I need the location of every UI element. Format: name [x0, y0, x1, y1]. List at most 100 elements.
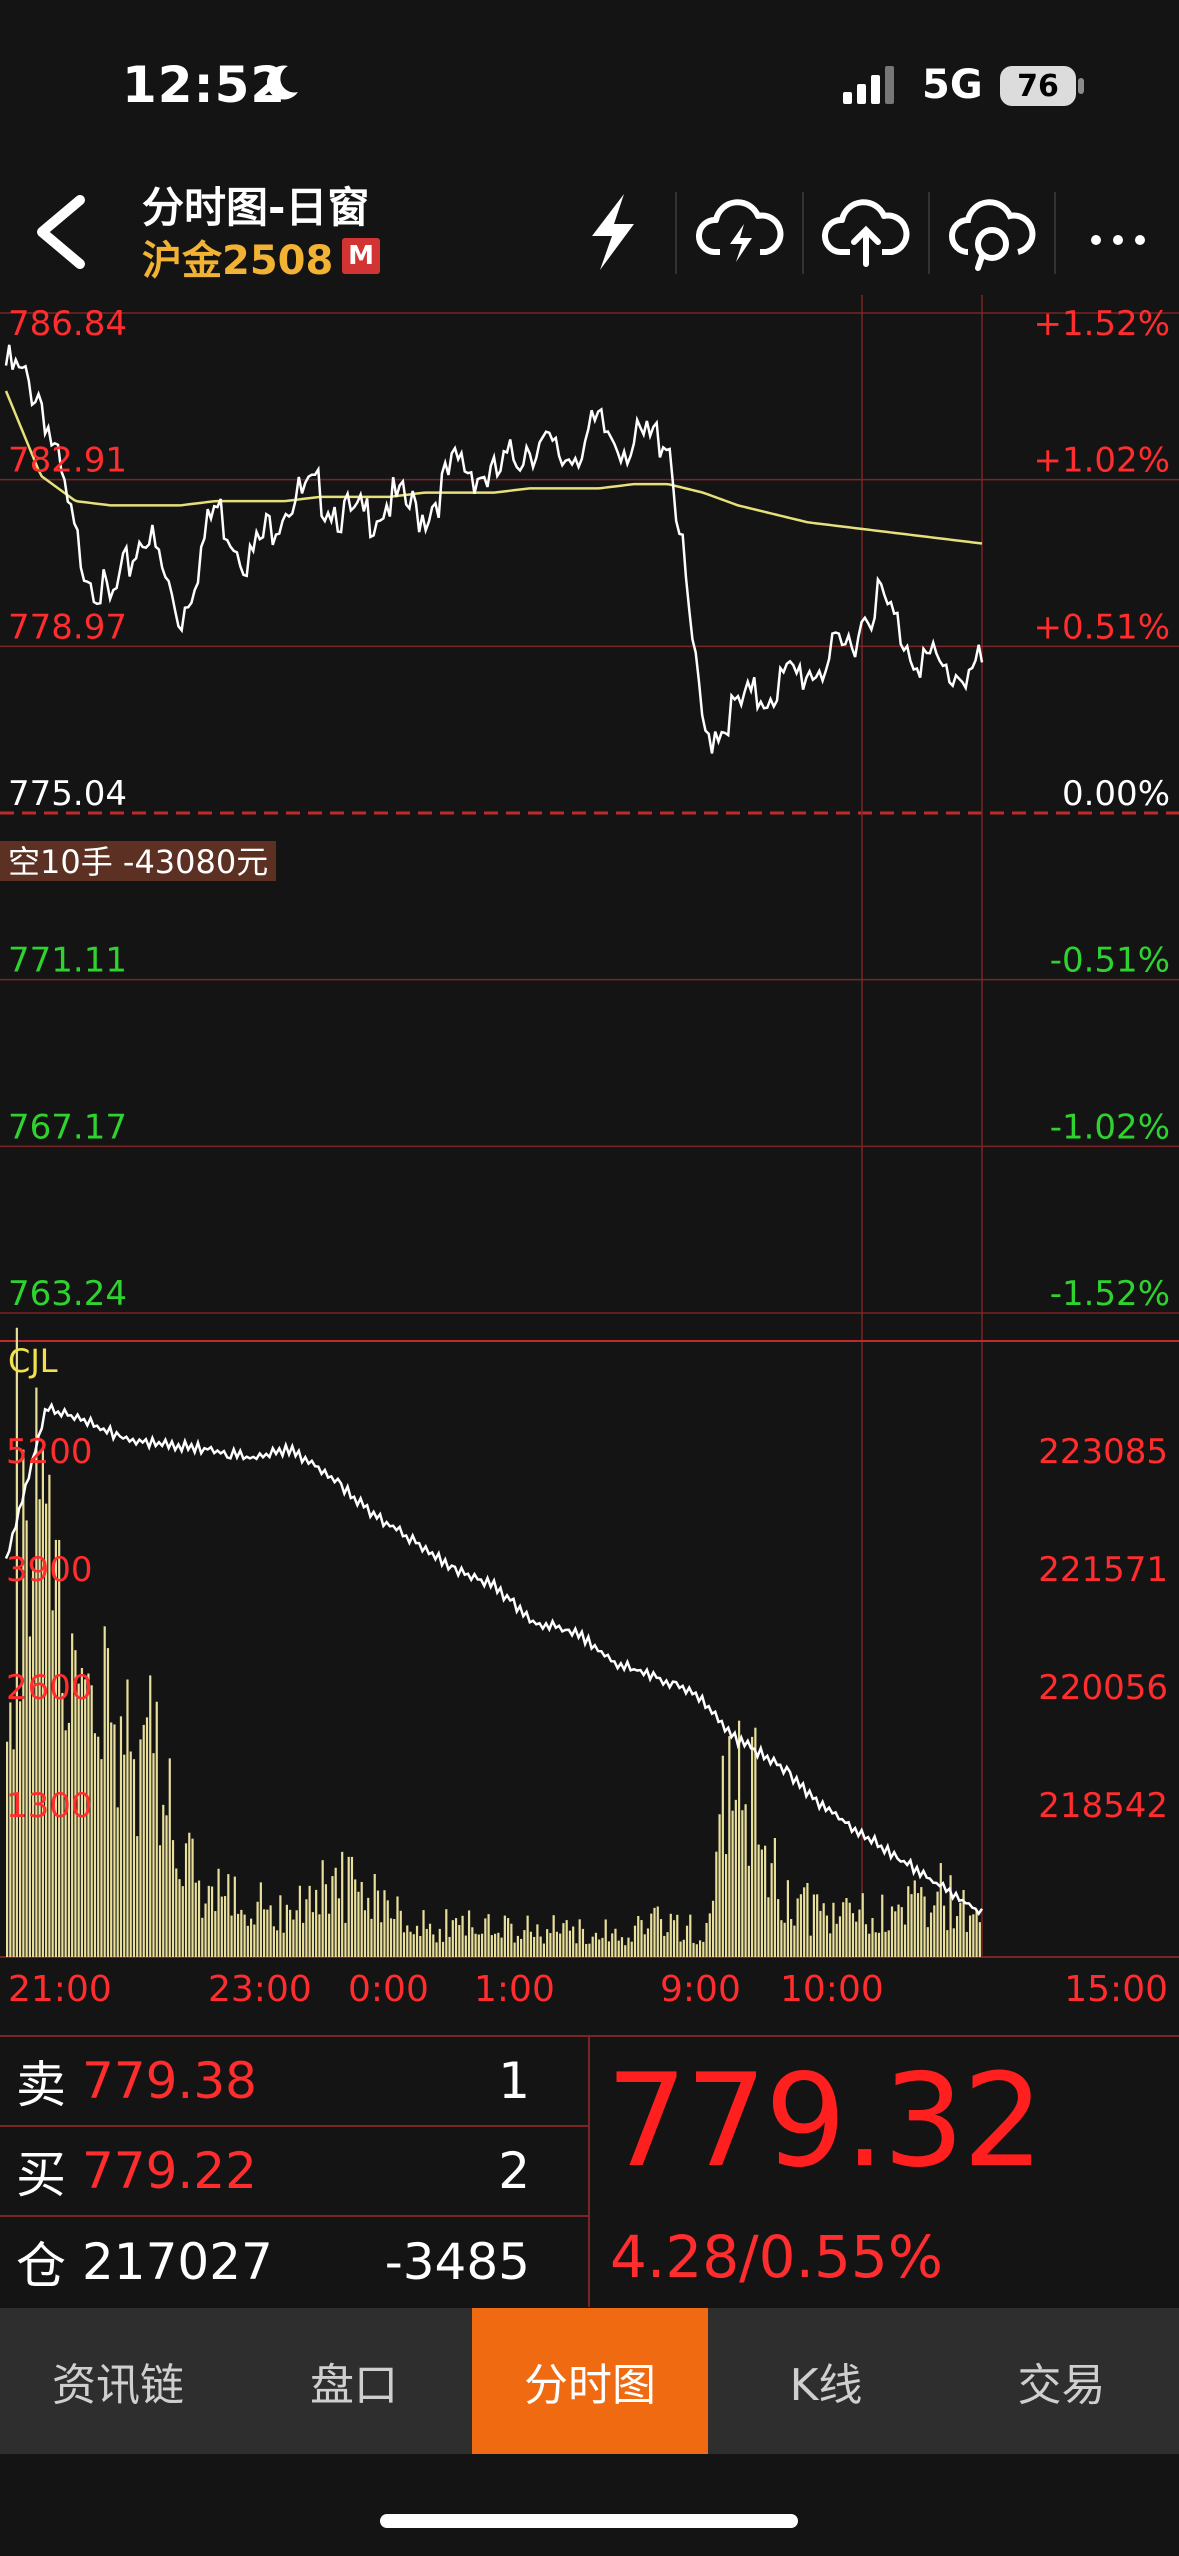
volume-bar	[825, 1915, 829, 1957]
bottom-tab-bar: 资讯链 盘口 分时图 K线 交易	[0, 2308, 1179, 2454]
cloud-sync-icon[interactable]	[942, 186, 1042, 276]
volume-bar	[298, 1885, 301, 1957]
volume-bar	[715, 1851, 718, 1957]
volume-bar	[240, 1909, 243, 1957]
volume-bar	[689, 1914, 692, 1957]
volume-bar	[562, 1923, 565, 1957]
volume-bar	[155, 1701, 158, 1957]
volume-bar	[318, 1914, 321, 1957]
volume-bar	[19, 1701, 22, 1957]
volume-bar	[266, 1909, 269, 1957]
back-arrow-icon[interactable]	[30, 194, 94, 270]
volume-bar	[520, 1938, 523, 1957]
volume-axis-label: 5200	[6, 1432, 93, 1472]
volume-bar	[796, 1898, 799, 1957]
volume-bar	[214, 1911, 217, 1957]
tab-order-book[interactable]: 盘口	[236, 2308, 472, 2454]
volume-bar	[604, 1919, 607, 1957]
volume-bar	[598, 1939, 601, 1957]
volume-bar	[920, 1887, 923, 1957]
tab-trade[interactable]: 交易	[944, 2308, 1179, 2454]
volume-bar	[887, 1930, 890, 1957]
tab-news-chain[interactable]: 资讯链	[0, 2308, 236, 2454]
price-axis-label: 775.04	[8, 774, 127, 814]
volume-bar	[497, 1932, 500, 1957]
volume-bar	[344, 1922, 347, 1957]
volume-bar	[152, 1753, 155, 1957]
volume-bar	[409, 1931, 412, 1957]
volume-bar	[93, 1733, 97, 1957]
volume-bar	[58, 1540, 61, 1957]
time-axis-label: 9:00	[660, 1969, 741, 2010]
sell-row[interactable]: 卖 779.38 1	[0, 2037, 588, 2127]
more-icon[interactable]	[1068, 186, 1168, 276]
volume-bar	[679, 1941, 682, 1957]
volume-bar	[220, 1896, 223, 1957]
volume-bar	[15, 1327, 18, 1957]
volume-bar	[217, 1868, 220, 1957]
volume-bar	[500, 1937, 503, 1957]
volume-bar	[188, 1832, 191, 1957]
volume-bar	[728, 1736, 731, 1957]
intraday-chart[interactable]: 786.84 +1.52% 782.91 +1.02% 778.97 +0.51% 775.…	[0, 295, 1179, 2035]
volume-bar	[546, 1929, 549, 1957]
volume-bar	[738, 1720, 741, 1957]
volume-bar	[432, 1934, 435, 1957]
volume-bar	[868, 1933, 871, 1957]
pct-axis-label: -0.51%	[1050, 941, 1170, 981]
volume-bar	[337, 1898, 341, 1957]
volume-bar	[311, 1912, 315, 1957]
tab-kline[interactable]: K线	[708, 2308, 944, 2454]
volume-bar	[968, 1915, 972, 1957]
volume-axis-label: 2600	[6, 1668, 93, 1708]
volume-bar	[474, 1933, 477, 1957]
buy-row[interactable]: 买 779.22 2	[0, 2127, 588, 2217]
volume-bar	[864, 1924, 868, 1957]
volume-bar	[315, 1889, 318, 1957]
cloud-lightning-icon[interactable]	[690, 186, 790, 276]
oi-axis-label: 220056	[1038, 1668, 1168, 1708]
volume-bar	[676, 1914, 679, 1957]
volume-bar	[272, 1926, 275, 1957]
lightning-icon[interactable]	[562, 186, 662, 276]
volume-bar	[279, 1895, 282, 1957]
volume-bar	[536, 1924, 539, 1957]
volume-bar	[881, 1894, 884, 1957]
home-indicator[interactable]	[380, 2514, 798, 2528]
volume-bar	[559, 1933, 562, 1957]
volume-bar	[165, 1815, 168, 1957]
volume-bar	[67, 1722, 71, 1957]
volume-bar	[210, 1886, 214, 1957]
volume-bar	[946, 1930, 949, 1957]
volume-bar	[282, 1932, 285, 1957]
volume-bar	[572, 1926, 575, 1957]
volume-bar	[223, 1896, 227, 1957]
volume-bar	[650, 1913, 653, 1957]
cloud-upload-icon[interactable]	[816, 186, 916, 276]
volume-bar	[526, 1915, 529, 1957]
volume-bar	[955, 1916, 959, 1957]
volume-bar	[184, 1843, 188, 1957]
volume-bar	[305, 1899, 308, 1957]
volume-bar	[383, 1890, 386, 1957]
oi-label: 仓	[16, 2237, 66, 2295]
volume-bar	[123, 1754, 126, 1957]
volume-bar	[367, 1897, 370, 1957]
volume-bar	[705, 1922, 708, 1957]
price-axis-label: 771.11	[8, 941, 127, 981]
volume-bar	[54, 1539, 57, 1957]
volume-bar	[48, 1474, 51, 1957]
volume-bar	[793, 1925, 796, 1957]
volume-bar	[858, 1909, 861, 1957]
main-contract-badge: M	[342, 238, 380, 274]
volume-bar	[816, 1894, 819, 1957]
volume-bar	[552, 1915, 555, 1957]
time-axis-label: 15:00	[1064, 1969, 1168, 2010]
volume-bar	[620, 1937, 624, 1957]
tab-intraday[interactable]: 分时图	[472, 2308, 708, 2454]
volume-bar	[324, 1884, 328, 1957]
volume-bar	[874, 1932, 877, 1957]
volume-bar	[842, 1902, 845, 1957]
volume-bar	[393, 1919, 396, 1957]
volume-bar	[939, 1863, 942, 1957]
